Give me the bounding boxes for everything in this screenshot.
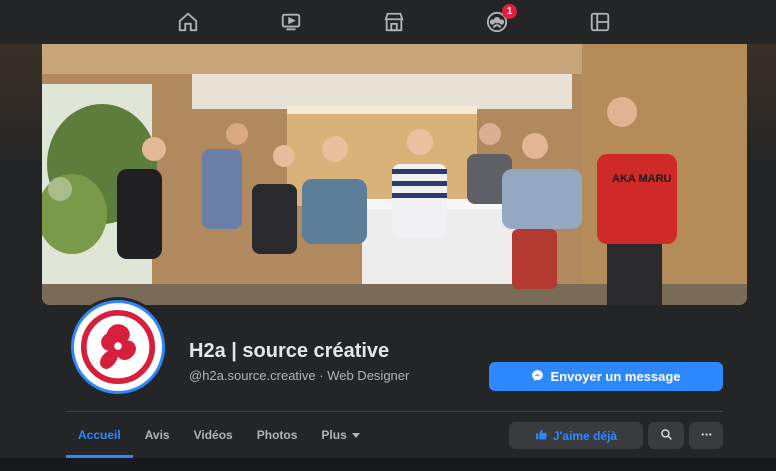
groups-icon[interactable]: 1 <box>483 4 517 36</box>
page-subtitle: @h2a.source.creative · Web Designer <box>189 368 410 383</box>
home-icon[interactable] <box>174 8 202 36</box>
cover-previous-arrow-icon[interactable] <box>48 177 72 201</box>
page-title: H2a | source créative <box>189 340 390 362</box>
watch-icon[interactable] <box>277 8 305 36</box>
messenger-icon <box>531 369 544 385</box>
page-avatar[interactable] <box>68 297 168 397</box>
cover-photo[interactable]: AKA MARU <box>42 44 747 305</box>
like-button[interactable]: J'aime déjà <box>509 422 643 449</box>
send-message-label: Envoyer un message <box>550 369 681 384</box>
gaming-icon[interactable] <box>586 8 614 36</box>
notification-badge: 1 <box>502 4 517 19</box>
tab-videos[interactable]: Vidéos <box>182 412 245 458</box>
top-navigation: 1 <box>0 0 776 44</box>
more-options-button[interactable] <box>689 422 723 449</box>
tab-plus[interactable]: Plus <box>309 412 371 458</box>
tab-avis[interactable]: Avis <box>133 412 182 458</box>
tab-photos[interactable]: Photos <box>245 412 310 458</box>
h2a-logo-icon <box>71 300 165 394</box>
thumbs-up-icon <box>535 428 548 444</box>
send-message-button[interactable]: Envoyer un message <box>489 362 723 391</box>
page-tabs: Accueil Avis Vidéos Photos Plus <box>66 412 372 458</box>
feed-background <box>0 458 776 471</box>
chevron-down-icon <box>351 432 360 438</box>
like-label: J'aime déjà <box>552 428 618 443</box>
marketplace-icon[interactable] <box>380 8 408 36</box>
cover-shirt-text: AKA MARU <box>612 173 672 185</box>
tab-accueil[interactable]: Accueil <box>66 412 133 458</box>
search-icon <box>660 428 673 444</box>
search-button[interactable] <box>648 422 684 449</box>
more-dots-icon <box>700 428 713 444</box>
